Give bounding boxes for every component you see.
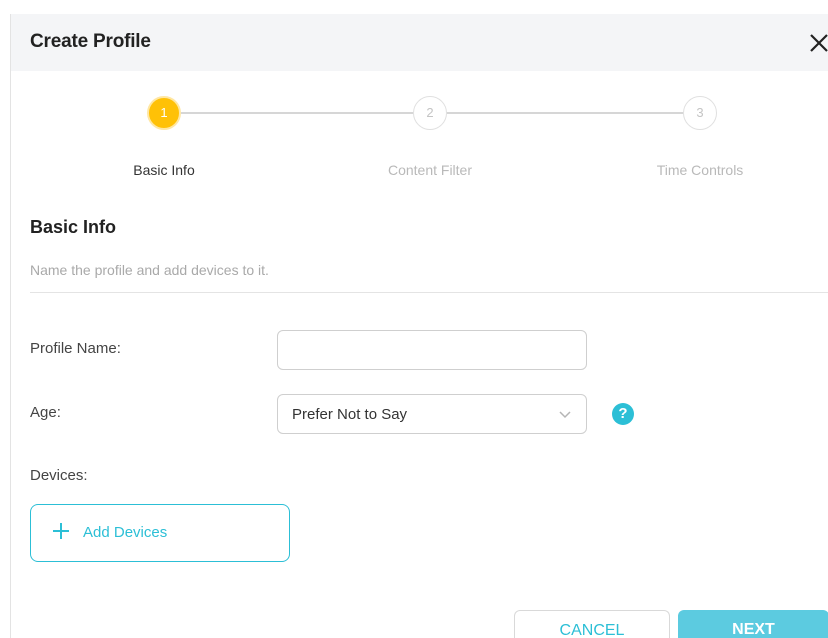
dialog-header: Create Profile <box>11 14 828 71</box>
step-1-indicator: 1 <box>147 96 181 130</box>
add-devices-label: Add Devices <box>83 524 168 541</box>
page-background <box>0 0 10 638</box>
profile-name-label: Profile Name: <box>30 340 121 357</box>
devices-label: Devices: <box>30 467 88 484</box>
section-description: Name the profile and add devices to it. <box>30 262 269 278</box>
step-2-indicator: 2 <box>413 96 447 130</box>
create-profile-dialog: Create Profile 1 2 3 Basic Info Content … <box>10 14 828 638</box>
section-divider <box>30 292 828 293</box>
step-connector-1-2 <box>181 112 413 114</box>
help-icon[interactable]: ? <box>612 403 634 425</box>
step-3-label: Time Controls <box>656 162 744 178</box>
step-connector-2-3 <box>447 112 683 114</box>
next-button[interactable]: NEXT <box>678 610 828 638</box>
profile-name-input[interactable] <box>277 330 587 370</box>
age-label: Age: <box>30 404 61 421</box>
chevron-down-icon <box>559 411 571 419</box>
age-select[interactable]: Prefer Not to Say <box>277 394 587 434</box>
step-3-indicator: 3 <box>683 96 717 130</box>
age-select-value: Prefer Not to Say <box>292 406 408 423</box>
dialog-title: Create Profile <box>30 31 151 52</box>
step-2-label: Content Filter <box>387 162 473 178</box>
step-1-label: Basic Info <box>133 162 195 178</box>
section-title: Basic Info <box>30 217 117 237</box>
cancel-button[interactable]: CANCEL <box>514 610 670 638</box>
plus-icon <box>53 523 69 539</box>
add-devices-button[interactable]: Add Devices <box>30 504 290 562</box>
close-icon[interactable] <box>808 27 828 55</box>
